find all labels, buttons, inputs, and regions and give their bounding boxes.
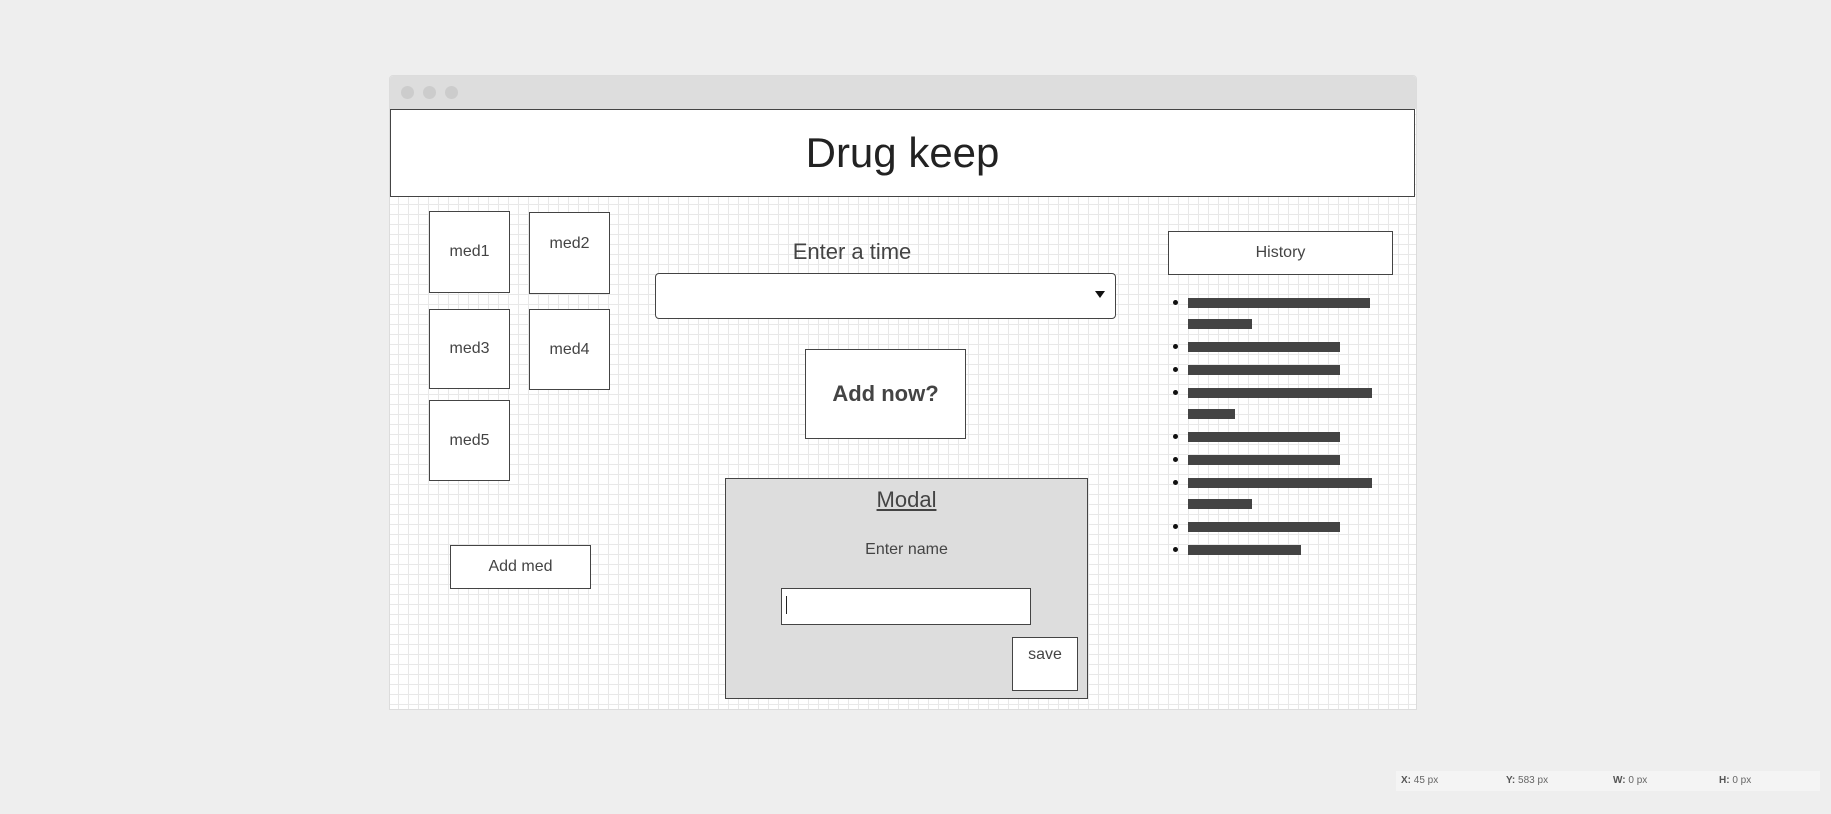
med-tile-4[interactable]: med4 [529,309,610,390]
history-list-item [1168,365,1398,375]
placeholder-text-bar [1188,388,1372,398]
bullet-icon [1173,480,1178,485]
text-cursor [786,596,787,614]
add-now-button-label: Add now? [832,381,939,406]
window-titlebar [390,76,1416,109]
status-h: H: 0 px [1719,775,1751,786]
status-y-label: Y: [1506,775,1516,786]
status-y: Y: 583 px [1506,775,1548,786]
placeholder-text-bar [1188,545,1301,555]
time-select[interactable] [655,273,1116,319]
placeholder-text-bar [1188,342,1340,352]
history-list-item [1168,298,1398,329]
bullet-icon [1173,300,1178,305]
modal-title[interactable]: Modal [726,487,1087,513]
med-tile-2[interactable]: med2 [529,212,610,294]
status-y-value: 583 px [1518,775,1549,786]
bullet-icon [1173,367,1178,372]
history-list-item [1168,342,1398,352]
window-minimize-dot[interactable] [423,86,436,99]
med-tile-label: med5 [449,431,490,449]
status-h-label: H: [1719,775,1730,786]
modal-dialog: Modal Enter name save [725,478,1088,699]
history-list-item [1168,455,1398,465]
status-x-label: X: [1401,775,1411,786]
status-w-value: 0 px [1628,775,1648,786]
history-button-label: History [1255,244,1306,261]
med-tile-label: med3 [449,340,490,357]
med-tile-5[interactable]: med5 [429,400,510,481]
status-x-value: 45 px [1413,775,1439,786]
window-maximize-dot[interactable] [445,86,458,99]
history-list-item [1168,388,1398,419]
placeholder-text-bar [1188,432,1340,442]
name-input[interactable] [781,588,1031,625]
med-tile-label: med2 [549,235,590,252]
time-label: Enter a time [792,239,912,264]
history-list-item [1168,432,1398,442]
history-list-item [1168,545,1398,555]
placeholder-text-bar [1188,522,1340,532]
bullet-icon [1173,547,1178,552]
med-tile-3[interactable]: med3 [429,309,510,389]
add-now-button[interactable]: Add now? [805,349,966,439]
placeholder-text-bar [1188,478,1372,488]
placeholder-text-bar [1188,499,1252,509]
history-list [1168,298,1398,568]
status-w: W: 0 px [1613,775,1647,786]
add-med-button[interactable]: Add med [450,545,591,589]
placeholder-text-bar [1188,319,1252,329]
placeholder-text-bar [1188,365,1340,375]
bullet-icon [1173,457,1178,462]
placeholder-text-bar [1188,409,1235,419]
bullet-icon [1173,434,1178,439]
med-tile-label: med4 [549,340,590,358]
status-h-value: 0 px [1732,775,1752,786]
page-title: Drug keep [805,129,1000,176]
window-close-dot[interactable] [401,86,414,99]
bullet-icon [1173,390,1178,395]
placeholder-text-bar [1188,455,1340,465]
placeholder-text-bar [1188,298,1370,308]
status-x: X: 45 px [1401,775,1438,786]
bullet-icon [1173,524,1178,529]
app-header: Drug keep [390,109,1415,197]
bullet-icon [1173,344,1178,349]
add-med-button-label: Add med [488,558,553,575]
name-label: Enter name [865,541,948,558]
chevron-down-icon [1095,291,1105,298]
save-button-label: save [1028,646,1062,663]
history-list-item [1168,478,1398,509]
status-w-label: W: [1613,775,1626,786]
med-tile-1[interactable]: med1 [429,211,510,293]
save-button[interactable]: save [1012,637,1078,691]
history-button[interactable]: History [1168,231,1393,275]
med-tile-label: med1 [449,243,490,260]
history-list-item [1168,522,1398,532]
status-bar: X: 45 px Y: 583 px W: 0 px H: 0 px [1396,771,1820,791]
